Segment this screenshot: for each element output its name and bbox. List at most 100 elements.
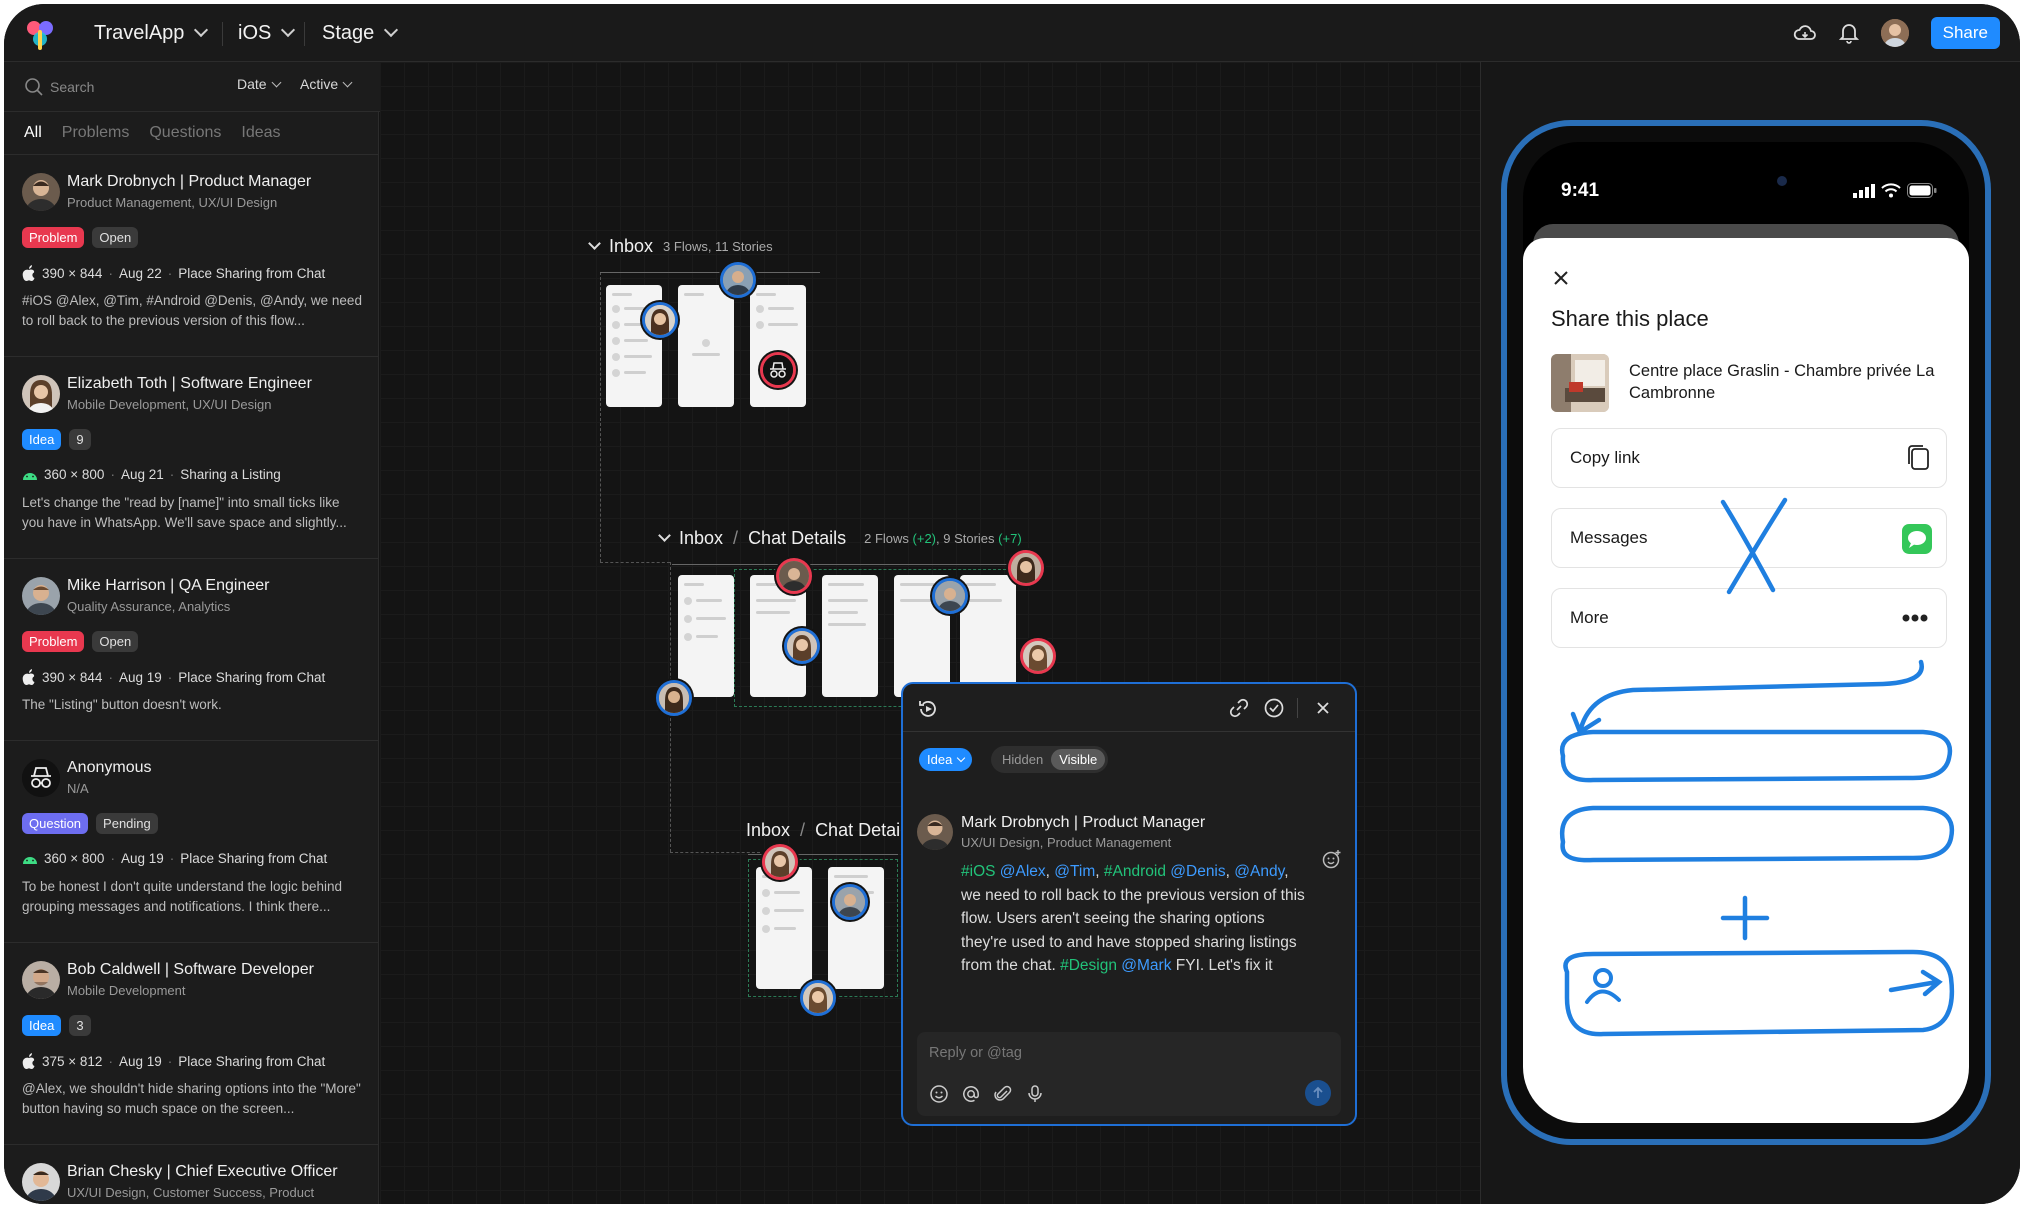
badge-row: Problem Open: [22, 631, 139, 652]
bell-icon[interactable]: [1838, 22, 1859, 44]
thumb-line: [756, 611, 790, 614]
separator-dot: ·: [167, 669, 173, 685]
device-size: 375 × 812: [42, 1053, 103, 1069]
hashtag[interactable]: #iOS: [961, 863, 995, 880]
date-filter-dropdown[interactable]: Date: [237, 76, 282, 92]
microphone-icon[interactable]: [1025, 1084, 1045, 1104]
author-name: Brian Chesky | Chief Executive Officer: [67, 1163, 338, 1180]
thumb-line: [834, 875, 868, 878]
mention[interactable]: @Denis: [1170, 863, 1225, 880]
screen-thumbnail[interactable]: [960, 575, 1016, 697]
share-button[interactable]: Share: [1930, 17, 2000, 49]
replay-icon[interactable]: [917, 698, 939, 720]
user-pin[interactable]: [932, 578, 968, 614]
app-window: TravelApp iOS Stage Share Search Date Ac…: [4, 4, 2020, 1204]
screen-thumbnail[interactable]: [678, 285, 734, 407]
project-selector[interactable]: TravelApp: [94, 4, 209, 62]
search-input[interactable]: [50, 74, 210, 100]
card-description: The "Listing" button doesn't work.: [22, 697, 222, 712]
user-pin[interactable]: [784, 628, 820, 664]
feedback-card[interactable]: Anonymous N/A Question Pending 360 × 800…: [4, 741, 379, 943]
share-sheet: Share this place Centre place Graslin - …: [1523, 238, 1969, 1123]
mention[interactable]: @Mark: [1121, 957, 1171, 974]
user-pin[interactable]: [800, 980, 836, 1016]
chevron-down-icon[interactable]: [658, 529, 671, 542]
cloud-sync-icon[interactable]: [1793, 23, 1817, 43]
feedback-card[interactable]: Mark Drobnych | Product Manager Product …: [4, 155, 379, 357]
mention[interactable]: @Tim: [1054, 863, 1095, 880]
link-icon[interactable]: [1229, 698, 1249, 718]
thumb-dot: [612, 305, 620, 313]
environment-selector[interactable]: Stage: [322, 4, 399, 62]
separator-dot: ·: [167, 1053, 173, 1069]
chevron-down-icon[interactable]: [588, 237, 601, 250]
flow-group-title[interactable]: Inbox / Chat Details 2 Flows (+2), 9 Sto…: [658, 528, 1022, 549]
user-pin[interactable]: [1020, 638, 1056, 674]
flow-group-title[interactable]: Inbox 3 Flows, 11 Stories: [588, 236, 773, 257]
comment-text: ,: [1225, 863, 1235, 880]
close-icon[interactable]: [1313, 698, 1333, 718]
mention-icon[interactable]: [961, 1084, 981, 1104]
send-button[interactable]: [1305, 1080, 1331, 1106]
platform-selector[interactable]: iOS: [238, 4, 296, 62]
user-pin[interactable]: [762, 844, 798, 880]
feedback-card[interactable]: Elizabeth Toth | Software Engineer Mobil…: [4, 357, 379, 559]
screen-thumbnail[interactable]: [678, 575, 734, 697]
hashtag[interactable]: #Design: [1060, 957, 1117, 974]
thumb-line: [774, 891, 800, 894]
visibility-hidden-option[interactable]: Hidden: [994, 749, 1051, 770]
card-date: Aug 19: [118, 1053, 162, 1069]
screen-thumbnail[interactable]: [822, 575, 878, 697]
screen-thumbnail[interactable]: [756, 867, 812, 989]
status-filter-dropdown[interactable]: Active: [300, 76, 353, 92]
mention[interactable]: @Alex: [1000, 863, 1046, 880]
path-separator: /: [733, 528, 739, 548]
comment-type-dropdown[interactable]: Idea: [919, 748, 973, 771]
mention[interactable]: @Andy: [1234, 863, 1284, 880]
resolve-check-icon[interactable]: [1263, 697, 1285, 719]
thumb-dot: [684, 597, 692, 605]
feedback-card[interactable]: Mike Harrison | QA Engineer Quality Assu…: [4, 559, 379, 741]
hashtag[interactable]: #Android: [1104, 863, 1166, 880]
flow-group-title[interactable]: Inbox / Chat Detai: [746, 820, 900, 841]
device-size: 390 × 844: [42, 669, 103, 685]
app-logo-icon[interactable]: [24, 18, 56, 50]
thumb-line: [900, 583, 936, 586]
tab-all[interactable]: All: [24, 124, 42, 142]
status-time: 9:41: [1561, 180, 1600, 201]
user-pin[interactable]: [1008, 550, 1044, 586]
reply-input[interactable]: [929, 1042, 1309, 1064]
card-date: Aug 19: [118, 669, 162, 685]
search-icon: [25, 78, 43, 96]
stories-delta: (+7): [998, 531, 1022, 546]
group-name: Inbox: [746, 820, 791, 840]
tab-problems[interactable]: Problems: [62, 124, 130, 142]
anonymous-pin[interactable]: [760, 352, 796, 388]
separator-dot: ·: [108, 265, 113, 281]
visibility-visible-option[interactable]: Visible: [1051, 749, 1106, 770]
group-name: Inbox: [679, 528, 724, 548]
add-reaction-icon[interactable]: [1321, 848, 1343, 870]
tab-ideas[interactable]: Ideas: [241, 124, 280, 142]
group-name: Inbox: [609, 236, 654, 256]
thumb-dot: [612, 369, 620, 377]
user-pin[interactable]: [720, 262, 756, 298]
user-avatar[interactable]: [1880, 19, 1909, 47]
feedback-card[interactable]: Bob Caldwell | Software Developer Mobile…: [4, 943, 379, 1145]
user-pin[interactable]: [656, 680, 692, 716]
emoji-icon[interactable]: [929, 1084, 949, 1104]
card-meta: 375 × 812 · Aug 19 · Place Sharing from …: [22, 1053, 325, 1069]
user-pin[interactable]: [832, 884, 868, 920]
attach-icon[interactable]: [993, 1084, 1013, 1104]
phone-screen[interactable]: 9:41 Share this place Centre place Grasl…: [1523, 142, 1969, 1123]
thumb-dot: [702, 339, 710, 347]
chevron-down-icon: [194, 22, 209, 38]
screen-thumbnail[interactable]: [750, 285, 806, 407]
user-pin[interactable]: [642, 302, 678, 338]
type-badge: Problem: [22, 227, 85, 248]
feedback-card[interactable]: Brian Chesky | Chief Executive Officer U…: [4, 1145, 379, 1204]
tab-questions[interactable]: Questions: [149, 124, 221, 142]
thumb-line: [828, 599, 868, 602]
user-pin[interactable]: [776, 558, 812, 594]
flow-name: Place Sharing from Chat: [178, 669, 326, 685]
